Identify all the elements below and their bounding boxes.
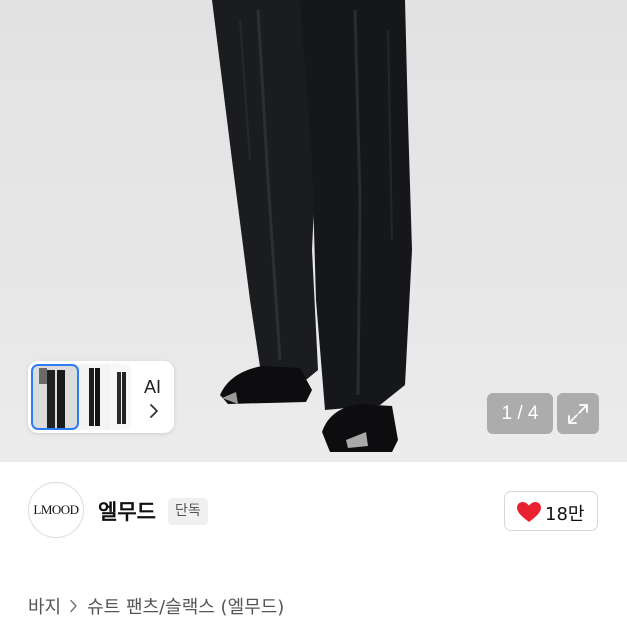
brand-name[interactable]: 엘무드 [98, 496, 156, 526]
brand-row: LMOOD 엘무드 단독 18만 [0, 462, 627, 562]
breadcrumb: 바지 슈트 팬츠/슬랙스 (엘무드) [28, 593, 284, 619]
heart-icon [517, 502, 541, 522]
ai-label: AI [144, 377, 162, 397]
brand-logo[interactable]: LMOOD [28, 482, 84, 538]
expand-icon [568, 404, 588, 424]
like-button[interactable]: 18만 [504, 491, 598, 531]
thumbnail-selected[interactable] [31, 364, 79, 430]
thumbnail-2[interactable] [81, 364, 107, 430]
thumbnail-3[interactable] [109, 364, 131, 430]
breadcrumb-subcategory[interactable]: 슈트 팬츠/슬랙스 (엘무드) [87, 593, 284, 619]
breadcrumb-category[interactable]: 바지 [28, 593, 61, 619]
ai-thumbnail-strip[interactable]: AI [28, 361, 174, 433]
chevron-right-icon [150, 404, 158, 418]
exclusive-badge: 단독 [168, 498, 208, 525]
expand-button[interactable] [557, 393, 599, 434]
thumbnail-images[interactable] [31, 364, 131, 430]
image-counter: 1 / 4 [487, 393, 553, 434]
chevron-right-icon [70, 599, 77, 613]
product-image-gallery[interactable]: AI 1 / 4 [0, 0, 627, 462]
like-count: 18만 [545, 504, 585, 525]
